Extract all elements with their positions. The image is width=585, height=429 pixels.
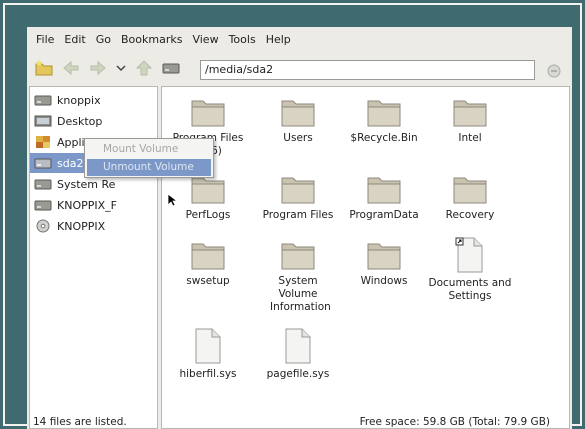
- file-icon: [285, 328, 311, 364]
- file-view: Program Files (x86) Users $Recycle.Bin I…: [161, 86, 570, 429]
- file-manager-window: File Edit Go Bookmarks View Tools Help /…: [27, 27, 572, 429]
- mouse-pointer-icon: [167, 193, 177, 207]
- sidebar-item-label: Desktop: [57, 114, 103, 128]
- file-label: hiberfil.sys: [179, 368, 237, 380]
- unmount-volume-menu-item[interactable]: Unmount Volume: [87, 159, 211, 176]
- drive-icon: [162, 59, 180, 77]
- file-label: $Recycle.Bin: [350, 132, 418, 144]
- symlink-file-icon: [455, 237, 483, 273]
- drive-icon: [34, 95, 52, 106]
- location-field[interactable]: /media/sda2: [200, 60, 535, 80]
- folder-icon: [281, 243, 315, 270]
- menu-view[interactable]: View: [192, 33, 218, 46]
- folder-icon: [191, 243, 225, 270]
- file-item-users[interactable]: Users: [253, 96, 343, 145]
- folder-icon: [367, 243, 401, 270]
- file-item-documents-and-settings[interactable]: Documents and Settings: [425, 237, 515, 303]
- folder-icon: [281, 100, 315, 127]
- file-label: ProgramData: [349, 209, 419, 221]
- file-icon: [195, 328, 221, 364]
- file-label: Intel: [458, 132, 482, 144]
- drive-icon: [34, 179, 52, 190]
- sidebar-item-label: knoppix: [57, 93, 101, 107]
- sidebar-item-desktop[interactable]: Desktop: [30, 111, 157, 131]
- menu-bookmarks[interactable]: Bookmarks: [121, 33, 182, 46]
- new-folder-icon[interactable]: [35, 59, 53, 77]
- mount-volume-menu-item: Mount Volume: [103, 143, 179, 155]
- menu-tools[interactable]: Tools: [229, 33, 256, 46]
- menu-file[interactable]: File: [36, 33, 54, 46]
- file-label: System Volume Information: [270, 275, 331, 313]
- menubar: File Edit Go Bookmarks View Tools Help: [27, 27, 572, 51]
- sidebar-item-knoppix[interactable]: knoppix: [30, 90, 157, 110]
- file-label: Windows: [360, 275, 408, 287]
- back-icon[interactable]: [62, 59, 80, 77]
- file-item-recycle-bin[interactable]: $Recycle.Bin: [339, 96, 429, 145]
- file-label: pagefile.sys: [266, 368, 330, 380]
- file-item-programdata[interactable]: ProgramData: [339, 173, 429, 222]
- file-item-program-files[interactable]: Program Files: [253, 173, 343, 222]
- file-item-windows[interactable]: Windows: [339, 239, 429, 288]
- status-bar: 14 files are listed. Free space: 59.8 GB…: [27, 413, 572, 429]
- file-item-hiberfil[interactable]: hiberfil.sys: [163, 328, 253, 381]
- context-menu: Mount Volume Unmount Volume: [84, 138, 214, 178]
- menu-go[interactable]: Go: [96, 33, 111, 46]
- applications-icon: [36, 136, 50, 148]
- folder-icon: [453, 177, 487, 204]
- forward-icon[interactable]: [89, 59, 107, 77]
- file-item-pagefile[interactable]: pagefile.sys: [253, 328, 343, 381]
- sidebar-item-label: sda2: [57, 156, 84, 170]
- file-item-swsetup[interactable]: swsetup: [163, 239, 253, 288]
- file-count-status: 14 files are listed.: [33, 416, 127, 428]
- file-item-recovery[interactable]: Recovery: [425, 173, 515, 222]
- folder-icon: [453, 100, 487, 127]
- folder-icon: [367, 100, 401, 127]
- folder-icon: [367, 177, 401, 204]
- dropdown-icon[interactable]: [116, 59, 126, 77]
- menu-edit[interactable]: Edit: [64, 33, 85, 46]
- drive-icon: [34, 158, 52, 169]
- sidebar-item-label: KNOPPIX: [57, 219, 106, 233]
- menu-help[interactable]: Help: [266, 33, 291, 46]
- file-label: Program Files: [262, 209, 334, 221]
- file-label: swsetup: [186, 275, 230, 287]
- cdrom-icon: [36, 219, 50, 233]
- sidebar-item-knoppix-cd[interactable]: KNOPPIX: [30, 216, 157, 236]
- clear-location-icon[interactable]: [547, 64, 561, 78]
- file-label: Recovery: [445, 209, 495, 221]
- file-label: PerfLogs: [185, 209, 231, 221]
- file-item-intel[interactable]: Intel: [425, 96, 515, 145]
- desktop-icon: [34, 115, 52, 127]
- up-icon[interactable]: [135, 59, 153, 77]
- free-space-status: Free space: 59.8 GB (Total: 79.9 GB): [359, 416, 550, 428]
- file-label: Documents and Settings: [428, 277, 512, 302]
- file-label: Users: [283, 132, 313, 144]
- sidebar-item-label: KNOPPIX_F: [57, 198, 117, 212]
- sidebar-item-knoppix-fat[interactable]: KNOPPIX_F: [30, 195, 157, 215]
- file-item-system-volume-information[interactable]: System Volume Information: [253, 239, 343, 314]
- folder-icon: [281, 177, 315, 204]
- folder-icon: [191, 100, 225, 127]
- sidebar-item-label: System Re: [57, 177, 116, 191]
- drive-icon: [34, 200, 52, 211]
